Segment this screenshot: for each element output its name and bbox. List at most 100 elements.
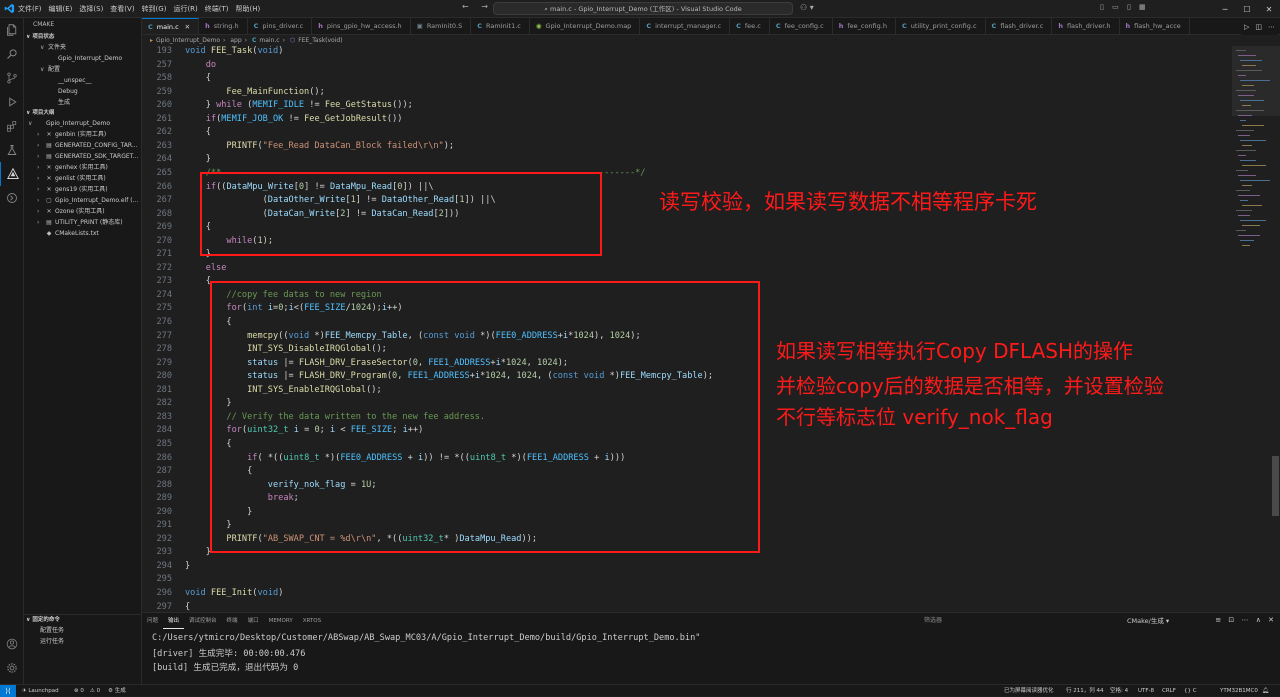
remote-explorer-icon[interactable] <box>0 186 24 210</box>
outline-tree-item[interactable]: › ✕ Ozone (实用工具) <box>24 206 141 217</box>
toggle-secondary-sidebar-icon[interactable]: ▯ <box>1127 3 1131 11</box>
outline-tree-item[interactable]: › ▢ Gpio_Interrupt_Demo.elf (... <box>24 195 141 206</box>
editor-tab[interactable]: Cfee.c <box>730 18 770 34</box>
launchpad-item[interactable]: ✈ Launchpad <box>22 685 59 697</box>
code-editor[interactable]: 298 Fee_Init(&FEEFeeConfig);297{296void … <box>142 46 1232 612</box>
project-status-section[interactable]: ∨ 项目状态 <box>24 32 141 42</box>
minimize-icon[interactable]: ─ <box>1214 5 1236 14</box>
menu-item[interactable]: 转到(G) <box>142 5 167 13</box>
source-control-icon[interactable] <box>0 66 24 90</box>
cursor-position[interactable]: 行 211，列 44 <box>1066 685 1104 697</box>
panel-tab[interactable]: XRTOS <box>298 613 326 629</box>
editor-tab[interactable]: h flash_hw_acce <box>1120 18 1190 34</box>
close-icon[interactable]: ✕ <box>1258 5 1280 14</box>
outline-tree-item[interactable]: › ▤ UTILITY_PRINT (静态库) <box>24 217 141 228</box>
split-editor-icon[interactable]: ◫ <box>1255 23 1262 31</box>
editor-tab[interactable]: Cfee_config.c <box>770 18 833 34</box>
editor-tab[interactable]: h pins_gpio_hw_access.h <box>312 18 411 34</box>
language-mode[interactable]: {} C <box>1184 685 1197 697</box>
editor-tab[interactable]: Cinterrupt_manager.c <box>640 18 731 34</box>
project-status-item[interactable]: 生成 <box>24 97 141 108</box>
forward-arrow-icon[interactable]: → <box>481 2 488 11</box>
maximize-icon[interactable]: ☐ <box>1236 5 1258 14</box>
outline-tree-item[interactable]: ∨ Gpio_Interrupt_Demo <box>24 118 141 129</box>
maximize-panel-icon[interactable]: ∧ <box>1256 616 1261 624</box>
code-line[interactable]: 264 } <box>142 153 1232 167</box>
explorer-icon[interactable] <box>0 18 24 42</box>
testing-icon[interactable] <box>0 138 24 162</box>
run-icon[interactable]: ▷ <box>1244 23 1249 31</box>
menu-item[interactable]: 选择(S) <box>79 5 103 13</box>
output-channel-select[interactable]: CMake/生成 ▾ <box>1127 616 1207 626</box>
editor-tab[interactable]: Cmain.c ✕ <box>142 18 200 34</box>
menu-item[interactable]: 编辑(E) <box>49 5 73 13</box>
encoding[interactable]: UTF-8 <box>1138 685 1154 697</box>
outline-tree-item[interactable]: › ✕ genlist (实用工具) <box>24 173 141 184</box>
toggle-sidebar-icon[interactable]: ▯ <box>1100 3 1104 11</box>
editor-tab[interactable]: h flash_driver.h <box>1052 18 1120 34</box>
customize-layout-icon[interactable]: ▦ <box>1139 3 1146 11</box>
search-icon[interactable] <box>0 42 24 66</box>
settings-gear-icon[interactable] <box>0 656 24 680</box>
project-status-item[interactable]: __unspec__ <box>24 75 141 86</box>
editor-tab[interactable]: ▣ RamInit0.S <box>411 18 472 34</box>
code-line[interactable]: 193 void FEE_Task(void) <box>142 46 1232 59</box>
project-status-item[interactable]: ∨ 文件夹 <box>24 42 141 53</box>
close-tab-icon[interactable]: ✕ <box>185 23 190 31</box>
breadcrumb-file[interactable]: main.c <box>259 37 279 44</box>
code-line[interactable]: 294} <box>142 560 1232 574</box>
menu-item[interactable]: 终端(T) <box>205 5 229 13</box>
outline-tree-item[interactable]: › ▤ GENERATED_CONFIG_TAR... <box>24 140 141 151</box>
remote-indicator[interactable]: ⟩⟨ <box>0 685 16 697</box>
toggle-panel-icon[interactable]: ▭ <box>1112 3 1119 11</box>
code-line[interactable]: 259 Fee_MainFunction(); <box>142 86 1232 100</box>
menu-item[interactable]: 文件(F) <box>18 5 42 13</box>
screen-reader-status[interactable]: 已为屏幕阅读器优化 <box>1004 685 1054 697</box>
panel-tab[interactable]: MEMORY <box>264 613 298 629</box>
project-outline-section[interactable]: ∨ 项目大纲 <box>24 108 141 118</box>
code-line[interactable]: 272 else <box>142 262 1232 276</box>
output-filter-input[interactable]: 筛选器 <box>924 616 1124 626</box>
breadcrumb-symbol[interactable]: FEE_Task(void) <box>298 37 342 44</box>
editor-tab[interactable]: ◉ Gpio_Interrupt_Demo.map <box>530 18 641 34</box>
code-line[interactable]: 260 } while (MEMIF_IDLE != Fee_GetStatus… <box>142 99 1232 113</box>
project-status-item[interactable]: Debug <box>24 86 141 97</box>
extensions-icon[interactable] <box>0 114 24 138</box>
cmake-icon[interactable] <box>0 162 24 186</box>
pinned-command-item[interactable]: 运行任务 <box>24 636 142 647</box>
project-status-item[interactable]: ∨ 配置 <box>24 64 141 75</box>
code-line[interactable]: 297 { <box>142 601 1232 612</box>
code-line[interactable]: 262 { <box>142 126 1232 140</box>
code-line[interactable]: 258 { <box>142 72 1232 86</box>
copilot-icon[interactable]: ⚇ ▾ <box>800 3 814 12</box>
command-center-search[interactable]: ⌕ main.c - Gpio_Interrupt_Demo (工作区) - V… <box>493 2 793 15</box>
editor-scrollbar[interactable] <box>1271 46 1280 612</box>
outline-tree-item[interactable]: ◆ CMakeLists.txt <box>24 228 141 239</box>
notifications-bell-icon[interactable]: 🔔︎ <box>1262 685 1269 697</box>
breadcrumb-folder[interactable]: app <box>230 37 241 44</box>
problems-errors[interactable]: ⊗ 0 <box>74 685 84 697</box>
device-selector[interactable]: YTM32B1MC0 <box>1220 685 1258 697</box>
run-debug-icon[interactable] <box>0 90 24 114</box>
more-icon[interactable]: ⋯ <box>1242 616 1249 624</box>
editor-tab[interactable]: C RamInit1.c <box>471 18 530 34</box>
more-actions-icon[interactable]: ⋯ <box>1268 23 1275 31</box>
menu-item[interactable]: 运行(R) <box>173 5 197 13</box>
outline-tree-item[interactable]: › ✕ genbin (实用工具) <box>24 129 141 140</box>
panel-tab[interactable]: 调试控制台 <box>184 613 222 629</box>
editor-tab[interactable]: Cflash_driver.c <box>986 18 1053 34</box>
code-line[interactable]: 263 PRINTF("Fee_Read DataCan_Block faile… <box>142 140 1232 154</box>
pinned-commands-header[interactable]: ∨ 固定的命令 <box>24 615 142 625</box>
close-panel-icon[interactable]: ✕ <box>1268 616 1274 624</box>
back-arrow-icon[interactable]: ← <box>462 2 469 11</box>
lock-icon[interactable]: ⊡ <box>1228 616 1234 624</box>
menu-item[interactable]: 帮助(H) <box>236 5 261 13</box>
scrollbar-thumb[interactable] <box>1272 456 1279 516</box>
code-line[interactable]: 295 <box>142 573 1232 587</box>
code-line[interactable]: 296 void FEE_Init(void) <box>142 587 1232 601</box>
problems-warnings[interactable]: ⚠ 0 <box>90 685 100 697</box>
panel-tab[interactable]: 终端 <box>222 613 243 629</box>
panel-tab[interactable]: 问题 <box>142 613 163 629</box>
pinned-command-item[interactable]: 配置任务 <box>24 625 142 636</box>
outline-tree-item[interactable]: › ✕ gens19 (实用工具) <box>24 184 141 195</box>
